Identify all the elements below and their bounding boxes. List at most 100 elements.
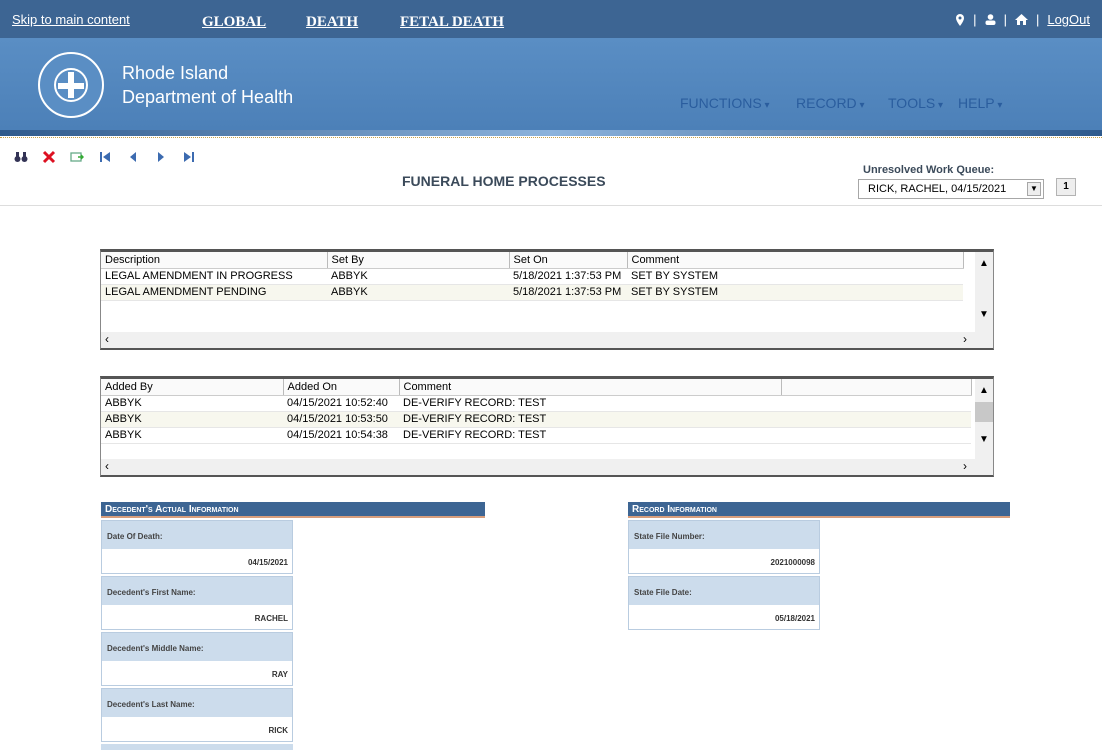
location-pin-icon[interactable] bbox=[955, 13, 965, 26]
org-name-line1: Rhode Island bbox=[122, 63, 229, 83]
scroll-down-icon[interactable]: ▼ bbox=[975, 434, 993, 445]
table-row[interactable]: ABBYK 04/15/2021 10:52:40 DE-VERIFY RECO… bbox=[101, 395, 971, 412]
last-record-icon[interactable] bbox=[182, 150, 196, 164]
user-icon[interactable] bbox=[985, 14, 996, 25]
notes-table: Added By Added On Comment ABBYK 04/15/20… bbox=[101, 379, 972, 444]
table-cell: ABBYK bbox=[101, 395, 283, 412]
home-icon[interactable] bbox=[1014, 14, 1028, 25]
table-cell: ABBYK bbox=[101, 427, 283, 444]
table-cell: 5/18/2021 1:37:53 PM bbox=[509, 268, 627, 285]
next-field-partial bbox=[101, 744, 293, 750]
table-cell bbox=[781, 411, 971, 428]
menu-functions[interactable]: FUNCTIONS ▾ bbox=[680, 95, 769, 111]
column-header[interactable]: Set By bbox=[327, 252, 510, 269]
scroll-down-icon[interactable]: ▼ bbox=[975, 309, 993, 320]
middle-name-field: Decedent's Middle Name: RAY bbox=[101, 632, 293, 686]
table-cell: ABBYK bbox=[327, 268, 509, 285]
table-cell: ABBYK bbox=[101, 411, 283, 428]
table-row[interactable]: ABBYK 04/15/2021 10:54:38 DE-VERIFY RECO… bbox=[101, 427, 971, 444]
table-row[interactable]: LEGAL AMENDMENT IN PROGRESS ABBYK 5/18/2… bbox=[101, 268, 963, 285]
skip-to-main-link[interactable]: Skip to main content bbox=[12, 12, 130, 27]
column-header[interactable]: Comment bbox=[399, 379, 782, 396]
divider bbox=[0, 137, 1102, 138]
scroll-left-icon[interactable]: ‹ bbox=[105, 459, 109, 473]
table-cell: DE-VERIFY RECORD: TEST bbox=[399, 395, 781, 412]
menu-record[interactable]: RECORD ▾ bbox=[796, 95, 864, 111]
top-bar: Skip to main content GLOBAL DEATH FETAL … bbox=[0, 0, 1102, 38]
field-value: 04/15/2021 bbox=[102, 549, 292, 573]
table-cell: LEGAL AMENDMENT PENDING bbox=[101, 284, 327, 301]
work-queue-selected-value: RICK, RACHEL, 04/15/2021 bbox=[868, 183, 1007, 195]
table-cell bbox=[781, 395, 971, 412]
horizontal-scrollbar[interactable]: ‹ › bbox=[101, 332, 993, 348]
next-record-icon[interactable] bbox=[154, 150, 168, 164]
org-name-line2: Department of Health bbox=[122, 87, 294, 107]
column-header[interactable]: Comment bbox=[627, 252, 964, 269]
first-record-icon[interactable] bbox=[98, 150, 112, 164]
table-header-row: Description Set By Set On Comment bbox=[101, 252, 964, 269]
field-label: State File Date: bbox=[629, 577, 819, 605]
banner-stripe bbox=[0, 130, 1102, 136]
column-header[interactable]: Added On bbox=[283, 379, 400, 396]
previous-record-icon[interactable] bbox=[126, 150, 140, 164]
scroll-thumb[interactable] bbox=[975, 402, 993, 422]
department-seal-logo bbox=[38, 52, 104, 118]
field-label: Decedent's First Name: bbox=[102, 577, 292, 605]
column-header[interactable]: Set On bbox=[509, 252, 628, 269]
menu-help[interactable]: HELP ▾ bbox=[958, 95, 1002, 111]
logout-link[interactable]: LogOut bbox=[1047, 12, 1090, 27]
table-cell: 04/15/2021 10:54:38 bbox=[283, 427, 399, 444]
page-title: FUNERAL HOME PROCESSES bbox=[402, 173, 606, 189]
delete-icon[interactable] bbox=[42, 150, 56, 164]
record-toolbar bbox=[14, 150, 196, 164]
top-right-links: | | | LogOut bbox=[955, 12, 1090, 27]
header-banner bbox=[0, 38, 1102, 130]
work-queue-count[interactable]: 1 bbox=[1056, 178, 1076, 196]
table-row[interactable]: LEGAL AMENDMENT PENDING ABBYK 5/18/2021 … bbox=[101, 284, 963, 301]
nav-death-link[interactable]: DEATH bbox=[306, 14, 358, 31]
nav-fetal-death-link[interactable]: FETAL DEATH bbox=[400, 14, 504, 31]
separator: | bbox=[1003, 12, 1007, 27]
column-header[interactable]: Description bbox=[101, 252, 328, 269]
work-queue-label: Unresolved Work Queue: bbox=[863, 164, 995, 176]
table-cell bbox=[781, 427, 971, 444]
field-value: RACHEL bbox=[102, 605, 292, 629]
binoculars-search-icon[interactable] bbox=[14, 150, 28, 164]
export-icon[interactable] bbox=[70, 150, 84, 164]
table-cell: DE-VERIFY RECORD: TEST bbox=[399, 411, 781, 428]
last-name-field: Decedent's Last Name: RICK bbox=[101, 688, 293, 742]
table-row[interactable]: ABBYK 04/15/2021 10:53:50 DE-VERIFY RECO… bbox=[101, 411, 971, 428]
table-cell: ABBYK bbox=[327, 284, 509, 301]
record-section-title: Record Information bbox=[628, 502, 1010, 518]
field-value: RICK bbox=[102, 717, 292, 741]
table-cell: SET BY SYSTEM bbox=[627, 284, 963, 301]
chevron-down-icon[interactable]: ▼ bbox=[1027, 182, 1041, 196]
table-cell: DE-VERIFY RECORD: TEST bbox=[399, 427, 781, 444]
field-label: Decedent's Last Name: bbox=[102, 689, 292, 717]
scroll-up-icon[interactable]: ▲ bbox=[975, 385, 993, 396]
field-label: Date Of Death: bbox=[102, 521, 292, 549]
separator: | bbox=[1035, 12, 1040, 27]
column-header[interactable]: Added By bbox=[101, 379, 284, 396]
nav-global-link[interactable]: GLOBAL bbox=[202, 14, 266, 31]
field-value: 2021000098 bbox=[629, 549, 819, 573]
date-of-death-field: Date Of Death: 04/15/2021 bbox=[101, 520, 293, 574]
flags-grid: Description Set By Set On Comment LEGAL … bbox=[100, 249, 994, 350]
flags-table: Description Set By Set On Comment LEGAL … bbox=[101, 252, 964, 301]
scroll-right-icon[interactable]: › bbox=[963, 459, 967, 473]
table-header-row: Added By Added On Comment bbox=[101, 379, 972, 396]
state-file-number-field: State File Number: 2021000098 bbox=[628, 520, 820, 574]
field-value: RAY bbox=[102, 661, 292, 685]
decedent-section-title: Decedent's Actual Information bbox=[101, 502, 485, 518]
scroll-up-icon[interactable]: ▲ bbox=[975, 258, 993, 269]
first-name-field: Decedent's First Name: RACHEL bbox=[101, 576, 293, 630]
menu-tools[interactable]: TOOLS ▾ bbox=[888, 95, 943, 111]
field-label: State File Number: bbox=[629, 521, 819, 549]
work-queue-select[interactable]: RICK, RACHEL, 04/15/2021 ▼ bbox=[858, 179, 1044, 199]
vertical-scrollbar[interactable]: ▲ ▼ bbox=[975, 379, 993, 459]
scroll-right-icon[interactable]: › bbox=[963, 332, 967, 346]
horizontal-scrollbar[interactable]: ‹ › bbox=[101, 459, 993, 475]
scroll-left-icon[interactable]: ‹ bbox=[105, 332, 109, 346]
state-file-date-field: State File Date: 05/18/2021 bbox=[628, 576, 820, 630]
vertical-scrollbar[interactable]: ▲ ▼ bbox=[975, 252, 993, 332]
